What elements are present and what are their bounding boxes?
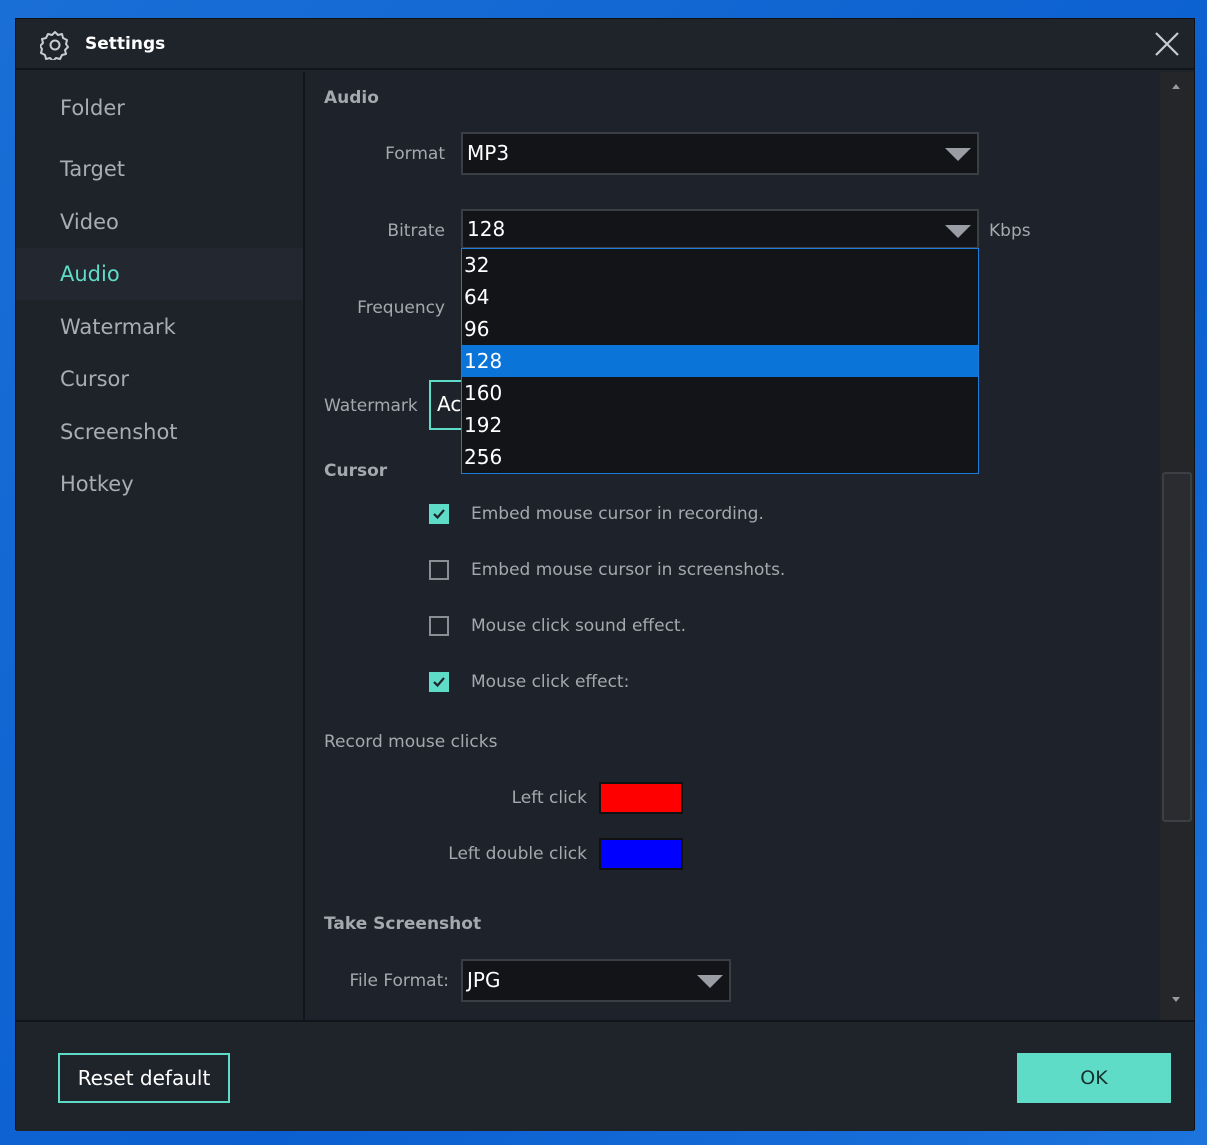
format-label: Format	[385, 144, 445, 164]
format-value: MP3	[467, 141, 510, 165]
chevron-down-icon	[945, 148, 971, 161]
title-bar: Settings	[16, 19, 1194, 70]
ok-button[interactable]: OK	[1017, 1053, 1171, 1103]
check-icon	[433, 677, 445, 688]
bitrate-option[interactable]: 192	[462, 409, 978, 441]
gear-icon	[40, 31, 69, 60]
bitrate-unit: Kbps	[989, 221, 1031, 241]
click-sound-checkbox[interactable]	[429, 616, 449, 636]
bitrate-option[interactable]: 32	[462, 249, 978, 281]
embed-cursor-recording-label: Embed mouse cursor in recording.	[471, 504, 764, 524]
record-clicks-label: Record mouse clicks	[324, 732, 498, 752]
sidebar-item-folder[interactable]: Folder	[16, 82, 303, 134]
settings-window: Settings Folder Target Video Audio Water…	[15, 18, 1195, 1131]
watermark-label: Watermark	[324, 396, 418, 416]
scrollbar-thumb[interactable]	[1162, 472, 1192, 822]
bitrate-dropdown-list: 32 64 96 128 160 192 256	[461, 248, 979, 474]
sidebar-item-video[interactable]: Video	[16, 196, 303, 248]
check-icon	[433, 509, 445, 520]
settings-content: Audio Format MP3 Bitrate 128 Kbps Freque…	[307, 72, 1160, 1020]
file-format-value: JPG	[467, 968, 501, 992]
click-effect-checkbox[interactable]	[429, 672, 449, 692]
double-click-label: Left double click	[448, 844, 587, 864]
scroll-up-icon[interactable]	[1172, 84, 1180, 89]
sidebar-item-watermark[interactable]: Watermark	[16, 301, 303, 353]
sidebar-item-cursor[interactable]: Cursor	[16, 353, 303, 405]
double-click-color-swatch[interactable]	[599, 838, 683, 870]
footer: Reset default OK	[16, 1020, 1194, 1131]
sidebar: Folder Target Video Audio Watermark Curs…	[16, 72, 305, 1020]
frequency-label: Frequency	[357, 298, 445, 318]
bitrate-option[interactable]: 256	[462, 441, 978, 473]
click-sound-label: Mouse click sound effect.	[471, 616, 686, 636]
cursor-section-title: Cursor	[324, 461, 388, 481]
sidebar-item-audio[interactable]: Audio	[16, 248, 303, 300]
window-title: Settings	[85, 34, 166, 54]
embed-cursor-screenshots-label: Embed mouse cursor in screenshots.	[471, 560, 786, 580]
bitrate-label: Bitrate	[387, 221, 445, 241]
screenshot-section-title: Take Screenshot	[324, 914, 482, 934]
left-click-color-swatch[interactable]	[599, 782, 683, 814]
sidebar-item-hotkey[interactable]: Hotkey	[16, 458, 303, 510]
embed-cursor-recording-checkbox[interactable]	[429, 504, 449, 524]
audio-section-title: Audio	[324, 88, 379, 108]
scrollbar[interactable]	[1160, 72, 1194, 1020]
click-effect-label: Mouse click effect:	[471, 672, 630, 692]
embed-cursor-screenshots-checkbox[interactable]	[429, 560, 449, 580]
close-icon[interactable]	[1152, 29, 1182, 59]
sidebar-item-target[interactable]: Target	[16, 143, 303, 195]
format-select[interactable]: MP3	[461, 132, 979, 175]
file-format-select[interactable]: JPG	[461, 959, 731, 1002]
bitrate-option[interactable]: 64	[462, 281, 978, 313]
bitrate-select[interactable]: 128	[461, 209, 979, 249]
bitrate-option[interactable]: 96	[462, 313, 978, 345]
scroll-down-icon[interactable]	[1172, 997, 1180, 1002]
bitrate-option[interactable]: 160	[462, 377, 978, 409]
chevron-down-icon	[945, 225, 971, 238]
file-format-label: File Format:	[349, 971, 450, 991]
bitrate-value: 128	[467, 217, 506, 241]
bitrate-option-selected[interactable]: 128	[462, 345, 978, 377]
reset-default-button[interactable]: Reset default	[58, 1053, 230, 1103]
sidebar-item-screenshot[interactable]: Screenshot	[16, 406, 303, 458]
chevron-down-icon	[697, 975, 723, 988]
left-click-label: Left click	[511, 788, 587, 808]
